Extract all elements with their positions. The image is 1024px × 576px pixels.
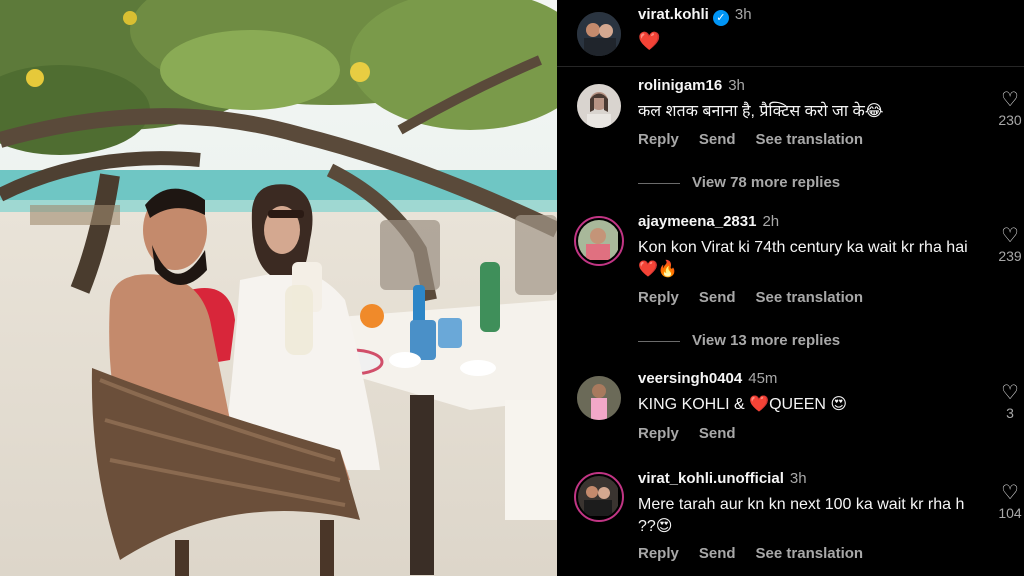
view-replies-button[interactable]: View 78 more replies [638,174,840,191]
avatar-image [577,376,621,420]
like-button[interactable]: ♡ 3 [996,383,1024,421]
like-count: 3 [1006,405,1014,421]
heart-outline-icon: ♡ [1001,382,1019,404]
reply-button[interactable]: Reply [638,425,679,442]
like-count: 104 [998,505,1022,521]
heart-outline-icon: ♡ [1001,89,1019,111]
comments-panel: virat.kohli ✓ 3h ❤️ rolinigam16 3h कल शतक ब… [557,0,1024,576]
commenter-username[interactable]: virat_kohli.unofficial [638,470,784,487]
comment-actions: Reply Send See translation [638,545,883,562]
post-photo[interactable] [0,0,557,576]
verified-badge-icon: ✓ [712,10,729,26]
commenter-avatar[interactable] [574,472,624,522]
comment-item: rolinigam16 3h कल शतक बनाना है, प्रैक्टिस… [577,77,1024,191]
commenter-username[interactable]: ajaymeena_2831 [638,213,756,230]
like-button[interactable]: ♡ 104 [996,483,1024,521]
see-translation-button[interactable]: See translation [756,289,864,306]
reply-button[interactable]: Reply [638,545,679,562]
avatar-image [577,84,621,128]
comment-actions: Reply Send See translation [638,131,883,148]
comment-item: veersingh0404 45m KING KOHLI & ❤️QUEEN 😍 … [577,370,1024,450]
avatar-image [577,12,621,56]
comment-time: 3h [728,77,745,94]
comment-actions: Reply Send See translation [638,289,883,306]
comment-text: KING KOHLI & ❤️QUEEN 😍 [638,396,848,413]
like-button[interactable]: ♡ 230 [996,90,1024,128]
commenter-avatar[interactable] [577,84,621,128]
view-replies-label: View 13 more replies [692,332,841,349]
avatar[interactable] [577,12,621,56]
comment-item: ajaymeena_2831 2h Kon kon Virat ki 74th c… [574,212,1024,352]
beach-photo-illustration [0,0,557,576]
send-button[interactable]: Send [699,545,736,562]
send-button[interactable]: Send [699,289,736,306]
reply-button[interactable]: Reply [638,131,679,148]
like-count: 239 [998,248,1022,264]
see-translation-button[interactable]: See translation [756,545,864,562]
post-time: 3h [734,6,752,23]
post-caption-text: ❤️ [638,31,661,51]
see-translation-button[interactable]: See translation [756,131,864,148]
send-button[interactable]: Send [699,425,736,442]
view-replies-label: View 78 more replies [692,174,841,191]
post-caption: virat.kohli ✓ 3h ❤️ [577,6,1017,62]
replies-divider [638,182,680,184]
send-button[interactable]: Send [699,131,736,148]
comment-time: 2h [762,213,780,230]
commenter-avatar[interactable] [574,216,624,266]
comment-time: 3h [789,470,807,487]
comment-item: virat_kohli.unofficial 3h Mere tarah aur … [574,470,1024,576]
like-count: 230 [998,112,1022,128]
replies-divider [638,340,680,342]
divider [557,66,1024,67]
avatar-image [578,476,618,516]
commenter-avatar[interactable] [577,376,621,420]
comment-actions: Reply Send [638,425,756,442]
comment-text: कल शतक बनाना है, प्रैक्टिस करो जा के😂 [638,103,884,120]
commenter-username[interactable]: veersingh0404 [638,370,742,387]
comment-text: Kon kon Virat ki 74th century ka wait kr… [638,239,968,278]
heart-outline-icon: ♡ [1001,482,1019,504]
avatar-image [578,220,618,260]
like-button[interactable]: ♡ 239 [996,226,1024,264]
heart-outline-icon: ♡ [1001,225,1019,247]
post-username[interactable]: virat.kohli [638,6,709,23]
reply-button[interactable]: Reply [638,289,679,306]
comment-time: 45m [748,370,778,387]
view-replies-button[interactable]: View 13 more replies [638,332,840,349]
comment-text: Mere tarah aur kn kn next 100 ka wait kr… [638,496,965,535]
commenter-username[interactable]: rolinigam16 [638,77,722,94]
